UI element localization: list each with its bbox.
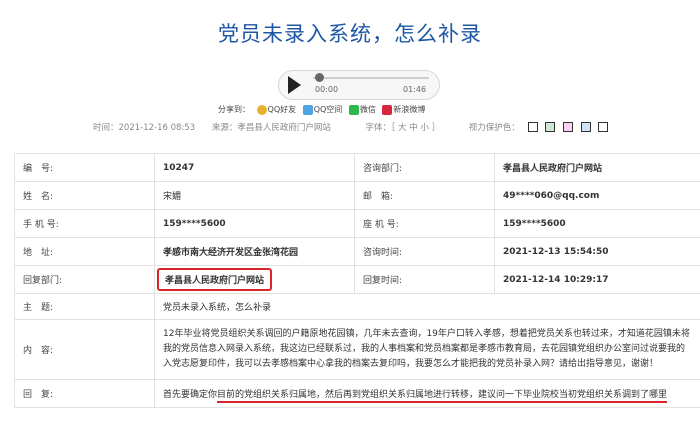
address-label: 地 址: [14,237,155,266]
name-label: 姓 名: [14,181,155,210]
weibo-icon[interactable] [382,104,393,115]
table-row: 内 容: 12年毕业将党员组织关系调回的户籍原地花园镇，几年未去查询，19年户口… [14,319,700,380]
address-value: 孝感市南大经济开发区金张湾花园 [154,237,355,266]
article-meta: 时间：2021-12-16 08:53 来源：孝昌县人民政府门户网站 字体：［ … [93,121,609,133]
table-row: 手 机 号: 159****5600 座 机 号: 159****5600 [14,209,700,238]
source: 来源：孝昌县人民政府门户网站 [211,123,331,133]
reply-text-a: 首先要确定你 [163,390,218,400]
qzone-icon[interactable] [302,104,313,115]
page-title: 党员未录入系统，怎么补录 [218,22,482,46]
table-row: 主 题: 党员未录入系统，怎么补录 [14,293,700,320]
phone-label: 座 机 号: [354,209,495,238]
mobile-value: 159****5600 [154,209,355,238]
phone-value: 159****5600 [494,209,700,238]
content-value: 12年毕业将党员组织关系调回的户籍原地花园镇，几年未去查询，19年户口转入孝感，… [154,319,700,380]
play-icon[interactable] [288,76,301,94]
reply-value: 首先要确定你目前的党组织关系归属地，然后再到党组织关系归属地进行转移，建议问一下… [154,379,700,408]
share-weibo[interactable]: 新浪微博 [393,104,425,115]
table-row: 姓 名: 宋媚 邮 箱: 49****060@qq.com [14,181,700,210]
eye-color-5[interactable] [598,122,609,132]
total-time: 01:46 [403,85,427,94]
reply-dept-label: 回复部门: [14,265,155,294]
dept-value: 孝昌县人民政府门户网站 [494,153,700,182]
reply-time-value: 2021-12-14 10:29:17 [494,265,700,294]
qq-icon[interactable] [256,104,267,115]
subject-label: 主 题: [14,293,155,320]
eye-care-label: 视力保护色： [468,123,520,133]
id-value: 10247 [154,153,355,182]
email-value: 49****060@qq.com [494,181,700,210]
reply-label: 回 复: [14,379,155,408]
reply-time-label: 回复时间: [354,265,495,294]
share-bar: 分享到： QQ好友 QQ空间 微信 新浪微博 [218,104,425,118]
share-wechat[interactable]: 微信 [360,104,376,115]
share-qzone[interactable]: QQ空间 [314,104,343,115]
subject-value: 党员未录入系统，怎么补录 [154,293,700,320]
dept-label: 咨询部门: [354,153,495,182]
font-size-control[interactable]: 字体：［ 大 中 小 ］ [366,121,441,133]
email-label: 邮 箱: [354,181,495,210]
reply-dept-value: 孝昌县人民政府门户网站 [157,268,273,291]
mobile-label: 手 机 号: [14,209,155,238]
reply-text-underlined: 目前的党组织关系归属地，然后再到党组织关系归属地进行转移，建议问一下毕业院校当初… [217,390,668,403]
reply-dept-cell: 孝昌县人民政府门户网站 [154,265,355,294]
content-label: 内 容: [14,319,155,380]
table-row: 地 址: 孝感市南大经济开发区金张湾花园 咨询时间: 2021-12-13 15… [14,237,700,266]
name-value: 宋媚 [154,181,355,210]
consult-table: 编 号: 10247 咨询部门: 孝昌县人民政府门户网站 姓 名: 宋媚 邮 箱… [14,153,700,408]
table-row: 回 复: 首先要确定你目前的党组织关系归属地，然后再到党组织关系归属地进行转移，… [14,379,700,408]
progress-handle[interactable] [315,73,324,82]
table-row: 回复部门: 孝昌县人民政府门户网站 回复时间: 2021-12-14 10:29… [14,265,700,294]
ask-time-label: 咨询时间: [354,237,495,266]
wechat-icon[interactable] [348,104,359,115]
id-label: 编 号: [14,153,155,182]
table-row: 编 号: 10247 咨询部门: 孝昌县人民政府门户网站 [14,153,700,182]
current-time: 00:00 [315,85,339,94]
share-qq-friend[interactable]: QQ好友 [268,104,297,115]
progress-track[interactable] [313,77,429,79]
eye-color-4[interactable] [580,122,591,132]
publish-time: 时间：2021-12-16 08:53 [93,123,196,133]
eye-color-3[interactable] [562,122,573,132]
share-label: 分享到： [218,105,250,114]
audio-player: 00:00 01:46 [278,70,440,100]
eye-color-2[interactable] [545,122,556,132]
eye-color-1[interactable] [527,122,538,132]
ask-time-value: 2021-12-13 15:54:50 [494,237,700,266]
